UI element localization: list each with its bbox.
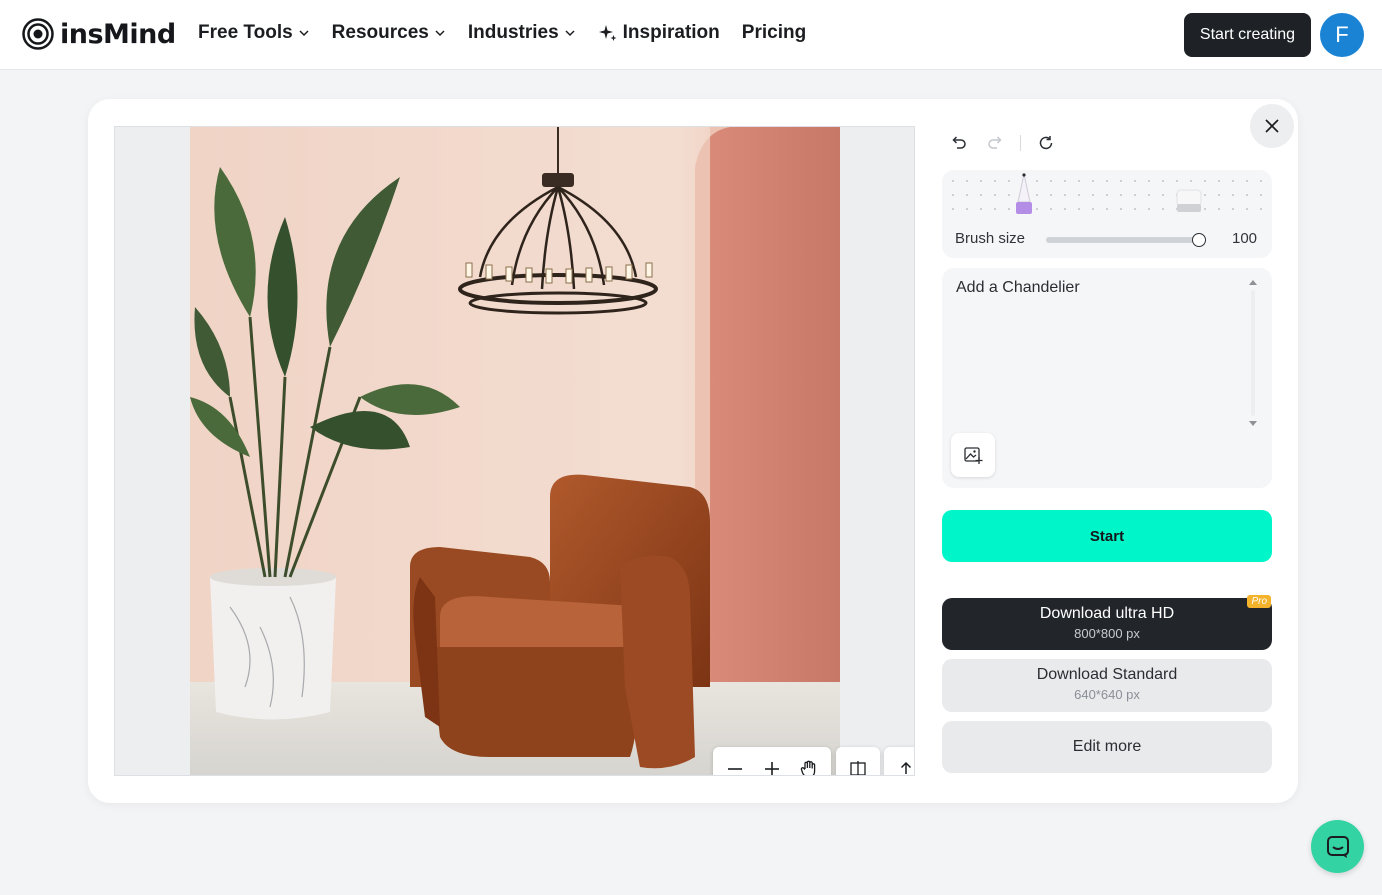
nav-pricing[interactable]: Pricing (742, 22, 806, 44)
nav-inspiration-label: Inspiration (622, 22, 720, 43)
scrollbar[interactable] (1247, 278, 1259, 428)
download-standard-label: Download Standard (1036, 666, 1178, 683)
nav-free-tools-label: Free Tools (198, 22, 293, 43)
chat-support-button[interactable] (1311, 820, 1364, 873)
brush-size-slider-handle[interactable] (1192, 233, 1206, 247)
nav-resources-label: Resources (331, 22, 429, 43)
logo[interactable]: insMind (22, 18, 176, 50)
close-icon (1265, 119, 1279, 133)
sparkle-icon (598, 25, 617, 41)
nav-industries-label: Industries (467, 22, 559, 43)
nav-resources[interactable]: Resources (332, 22, 446, 44)
download-ultra-hd-button[interactable]: Download ultra HD 800*800 px Pro (942, 595, 1272, 650)
chevron-down-icon (565, 30, 575, 37)
pro-badge: Pro (1247, 595, 1271, 608)
eraser-tool-icon[interactable] (1174, 188, 1204, 214)
insmind-logo-icon (22, 18, 54, 50)
close-button[interactable] (1250, 104, 1294, 148)
chat-icon (1326, 835, 1349, 858)
top-navigation-bar: insMind Free Tools Resources Industries … (0, 0, 1382, 70)
download-ultra-hd-label: Download ultra HD (1039, 605, 1175, 622)
chevron-down-icon (299, 30, 309, 37)
start-creating-button[interactable]: Start creating (1184, 13, 1311, 57)
download-ultra-hd-size: 800*800 px (1074, 626, 1140, 641)
room-photo (190, 127, 840, 775)
dot-grid-background (942, 170, 1272, 220)
main-nav: Free Tools Resources Industries Inspirat… (198, 22, 806, 44)
redo-icon[interactable] (984, 132, 1006, 154)
image-reference-button[interactable] (951, 433, 995, 477)
zoom-toolbar (713, 747, 831, 775)
prompt-textarea[interactable]: Add a Chandelier (956, 279, 1080, 297)
edit-more-button[interactable]: Edit more (942, 721, 1272, 773)
logo-text: insMind (60, 18, 176, 50)
zoom-out-icon[interactable] (720, 754, 750, 775)
history-controls (948, 132, 1057, 154)
nav-inspiration[interactable]: Inspiration (598, 22, 720, 44)
reset-icon[interactable] (1035, 132, 1057, 154)
upload-icon[interactable] (884, 747, 914, 775)
nav-pricing-label: Pricing (741, 22, 807, 43)
image-canvas[interactable] (114, 126, 915, 776)
brush-size-label: Brush size (955, 230, 1026, 247)
nav-industries[interactable]: Industries (468, 22, 576, 44)
divider (1020, 135, 1021, 151)
brush-size-slider[interactable] (1046, 233, 1206, 247)
editor-modal: Brush size 100 Add a Chandelier Start Do… (88, 99, 1298, 803)
undo-icon[interactable] (948, 132, 970, 154)
nav-free-tools[interactable]: Free Tools (198, 22, 310, 44)
brush-panel: Brush size 100 (942, 170, 1272, 258)
download-standard-size: 640*640 px (1074, 687, 1140, 702)
zoom-in-icon[interactable] (757, 754, 787, 775)
image-add-icon (964, 447, 983, 464)
avatar[interactable]: F (1320, 13, 1364, 57)
hand-pan-icon[interactable] (794, 754, 824, 775)
brush-size-slider-fill (1046, 237, 1206, 243)
brush-tool-icon[interactable] (1012, 172, 1036, 216)
chevron-down-icon (435, 30, 445, 37)
brush-size-value: 100 (1232, 230, 1258, 247)
prompt-panel: Add a Chandelier (942, 268, 1272, 488)
download-standard-button[interactable]: Download Standard 640*640 px (942, 659, 1272, 712)
start-button[interactable]: Start (942, 510, 1272, 562)
compare-icon[interactable] (836, 747, 880, 775)
